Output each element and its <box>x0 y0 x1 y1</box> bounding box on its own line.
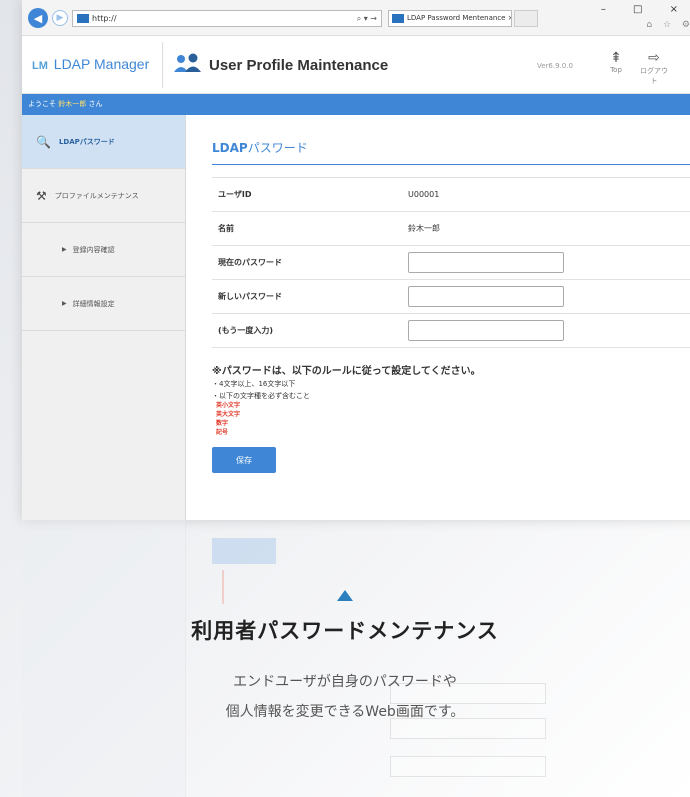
sidebar-item-label: 登録内容確認 <box>72 245 115 254</box>
welcome-suffix: さん <box>88 100 103 108</box>
browser-tab[interactable]: LDAP Password Mentenance × <box>388 10 512 27</box>
reflection-input <box>390 756 546 777</box>
section-title-rest: パスワード <box>247 141 308 155</box>
users-icon <box>174 53 201 72</box>
app-logo[interactable]: LM LDAP Manager <box>32 56 149 72</box>
logo-text: LDAP Manager <box>53 56 150 72</box>
logout-label: ログアウト <box>640 67 668 85</box>
browser-toolbar-icons[interactable]: ⌂ ☆ ⚙ <box>646 20 690 30</box>
welcome-user: 鈴木一郎 <box>58 100 87 108</box>
tools-icon: ⚒ <box>36 188 47 203</box>
top-button[interactable]: ⇞ Top <box>602 50 630 74</box>
field-label: ユーザID <box>212 177 402 212</box>
field-label: 新しいパスワード <box>212 279 402 314</box>
sidebar-item-registration-check[interactable]: ▶ 登録内容確認 <box>22 223 185 277</box>
logout-button[interactable]: ⇨ ログアウト <box>640 50 668 86</box>
browser-window: ◀ ▶ http:// ⌕ ▾ → LDAP Password Mentenan… <box>22 0 690 520</box>
new-password-input[interactable] <box>408 286 564 307</box>
app-body: 🔍 LDAPパスワード ⚒ プロファイルメンテナンス ▶ 登録内容確認 ▶ 詳細… <box>22 115 690 520</box>
header-divider <box>162 42 163 88</box>
table-row: (もう一度入力) <box>212 313 690 348</box>
address-bar[interactable]: http:// ⌕ ▾ → <box>72 10 382 27</box>
confirm-password-input[interactable] <box>408 320 564 341</box>
sidebar-item-label: プロファイルメンテナンス <box>54 191 139 200</box>
sidebar-item-profile-maintenance[interactable]: ⚒ プロファイルメンテナンス <box>22 169 185 223</box>
tab-title: LDAP Password Mentenance × <box>407 14 512 22</box>
logout-icon: ⇨ <box>648 50 660 66</box>
search-icon: 🔍 <box>36 134 51 149</box>
feature-caption: 利用者パスワードメンテナンス エンドユーザが自身のパスワードや 個人情報を変更で… <box>0 590 690 727</box>
feature-description-line: 個人情報を変更できるWeb画面です。 <box>225 704 465 720</box>
password-form-table: ユーザID U00001 名前 鈴木一郎 現在のパスワード 新しいパスワード (… <box>212 177 690 348</box>
char-type-lowercase: 英小文字 <box>216 402 241 409</box>
char-type-uppercase: 英大文字 <box>216 411 241 418</box>
app-header: LM LDAP Manager User Profile Maintenance… <box>22 36 690 94</box>
table-row: 名前 鈴木一郎 <box>212 211 690 246</box>
new-tab-button[interactable] <box>514 10 538 27</box>
section-title-strong: LDAP <box>212 141 248 155</box>
sidebar-item-detail-settings[interactable]: ▶ 詳細情報設定 <box>22 277 185 331</box>
browser-toolbar: ◀ ▶ http:// ⌕ ▾ → LDAP Password Mentenan… <box>22 0 690 36</box>
field-label: 名前 <box>212 211 402 246</box>
tab-favicon-icon <box>392 13 404 23</box>
char-type-digit: 数字 <box>216 420 229 427</box>
current-password-input[interactable] <box>408 252 564 273</box>
version-label: Ver6.9.0.0 <box>537 62 573 70</box>
table-row: ユーザID U00001 <box>212 177 690 212</box>
top-label: Top <box>610 66 622 74</box>
logo-mark: LM <box>32 60 48 72</box>
table-row: 新しいパスワード <box>212 279 690 314</box>
window-controls[interactable]: – □ × <box>601 4 690 15</box>
field-label: 現在のパスワード <box>212 245 402 280</box>
section-title: LDAPパスワード <box>212 129 690 165</box>
back-button[interactable]: ◀ <box>28 8 48 28</box>
field-label: (もう一度入力) <box>212 313 402 348</box>
char-type-symbol: 記号 <box>216 429 229 436</box>
top-icon: ⇞ <box>610 50 622 66</box>
feature-description: エンドユーザが自身のパスワードや 個人情報を変更できるWeb画面です。 <box>0 667 690 727</box>
rule-length: ・4文字以上、16文字以下 <box>212 380 296 388</box>
address-text: http:// <box>92 14 117 23</box>
welcome-prefix: ようこそ <box>28 100 56 108</box>
table-row: 現在のパスワード <box>212 245 690 280</box>
main-content: LDAPパスワード ユーザID U00001 名前 鈴木一郎 現在のパスワード … <box>186 115 690 520</box>
save-button[interactable]: 保存 <box>212 447 276 473</box>
password-rule-notice: ※パスワードは、以下のルールに従って設定してください。 <box>212 366 481 377</box>
favicon-icon <box>77 14 89 23</box>
page-title: User Profile Maintenance <box>209 57 389 74</box>
triangle-up-icon <box>337 590 353 601</box>
name-value: 鈴木一郎 <box>402 211 690 246</box>
triangle-right-icon: ▶ <box>62 300 67 307</box>
sidebar-item-ldap-password[interactable]: 🔍 LDAPパスワード <box>22 115 185 169</box>
forward-button[interactable]: ▶ <box>52 10 68 26</box>
triangle-right-icon: ▶ <box>62 246 67 253</box>
feature-description-line: エンドユーザが自身のパスワードや <box>233 674 457 690</box>
feature-title: 利用者パスワードメンテナンス <box>191 619 499 643</box>
address-tools[interactable]: ⌕ ▾ → <box>357 11 377 26</box>
sidebar-item-label: LDAPパスワード <box>58 137 115 146</box>
welcome-bar: ようこそ 鈴木一郎 さん <box>22 94 690 115</box>
rule-char-types: ・以下の文字種を必ず含むこと <box>212 392 310 400</box>
sidebar: 🔍 LDAPパスワード ⚒ プロファイルメンテナンス ▶ 登録内容確認 ▶ 詳細… <box>22 115 186 520</box>
reflection-button <box>212 538 276 564</box>
user-id-value: U00001 <box>402 177 690 212</box>
sidebar-item-label: 詳細情報設定 <box>72 299 115 308</box>
